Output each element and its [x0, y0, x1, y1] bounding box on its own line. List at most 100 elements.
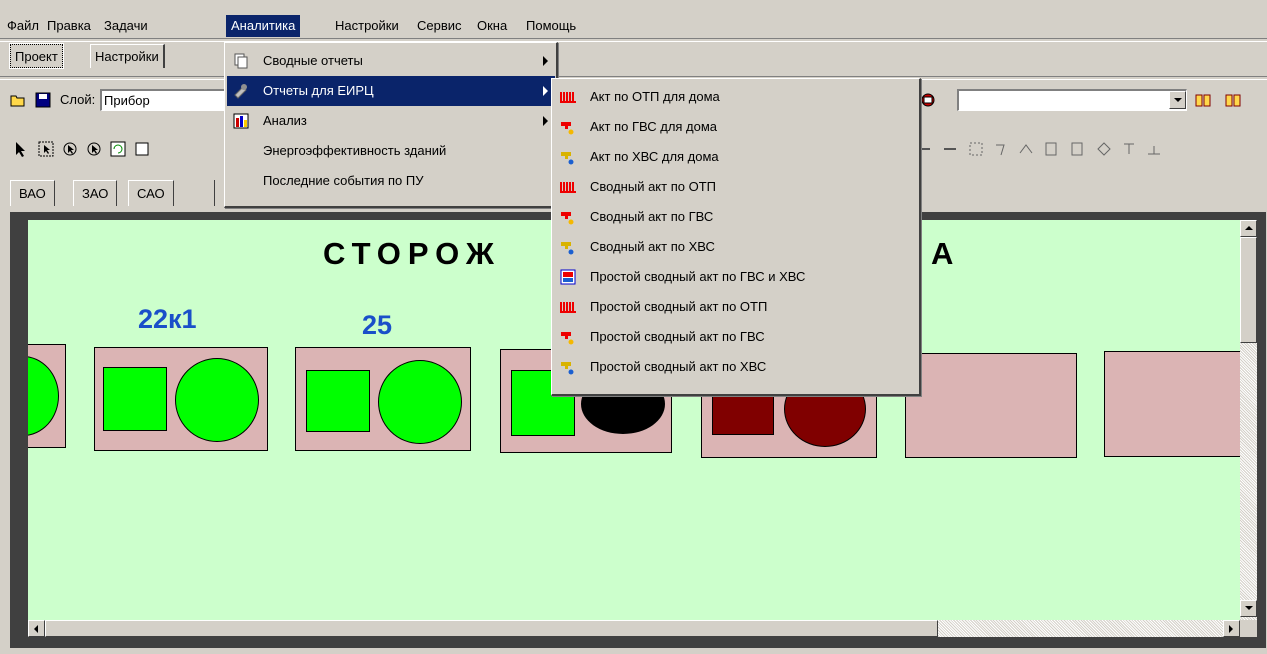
building-card[interactable]	[905, 353, 1077, 458]
building-number: 25	[362, 310, 393, 340]
cold-water-tap-icon	[561, 362, 574, 375]
tab-sao[interactable]: САО	[128, 180, 174, 206]
eirc-submenu: Акт по ОТП для дома Акт по ГВС для дома …	[551, 78, 921, 396]
book-icon[interactable]	[1195, 92, 1211, 108]
tools-icon	[234, 84, 247, 99]
menu-item-summary-reports[interactable]: Сводные отчеты	[227, 46, 555, 76]
cold-water-tap-icon	[561, 152, 574, 165]
arrow-left-icon	[34, 625, 38, 633]
menu-bar: Файл Правка Задачи Аналитика Настройки С…	[0, 0, 1267, 38]
meter-circle[interactable]	[28, 356, 59, 436]
analytics-menu: Сводные отчеты Отчеты для ЕИРЦ Анализ Эн…	[224, 42, 558, 208]
scroll-left-button[interactable]	[28, 620, 45, 637]
building-card[interactable]	[1104, 351, 1240, 457]
menu-item-otp-house[interactable]: Акт по ОТП для дома	[554, 82, 918, 112]
menu-item-summary-otp[interactable]: Сводный акт по ОТП	[554, 172, 918, 202]
menu-windows[interactable]: Окна	[472, 15, 512, 37]
menu-item-label: Акт по ХВС для дома	[590, 149, 719, 164]
building-number: 22к1	[138, 304, 197, 334]
menu-item-label: Простой сводный акт по ГВС	[590, 329, 765, 344]
arrow-right-icon	[1229, 625, 1233, 633]
menu-item-eirc-reports[interactable]: Отчеты для ЕИРЦ	[227, 76, 555, 106]
pointer-icon[interactable]	[13, 141, 29, 157]
chevron-right-icon	[543, 116, 548, 126]
meter-circle[interactable]	[378, 360, 462, 444]
tab-project[interactable]: Проект	[9, 43, 64, 69]
rotate-select-icon[interactable]	[62, 141, 78, 157]
menu-item-analysis[interactable]: Анализ	[227, 106, 555, 136]
menu-file[interactable]: Файл	[2, 15, 44, 37]
tab-settings[interactable]: Настройки	[90, 44, 165, 68]
drawing-tools-icons[interactable]	[922, 141, 1267, 157]
select-region-icon[interactable]	[38, 141, 54, 157]
tab-divider	[214, 180, 215, 206]
layer-select-value: Прибор	[104, 93, 150, 108]
menu-item-last-events[interactable]: Последние события по ПУ	[227, 166, 555, 196]
menu-item-label: Отчеты для ЕИРЦ	[263, 83, 374, 98]
menu-analytics[interactable]: Аналитика	[226, 15, 301, 37]
radiator-icon	[560, 182, 576, 193]
meter-square[interactable]	[103, 367, 167, 431]
building-card[interactable]	[28, 344, 66, 448]
menu-item-summary-hvs[interactable]: Сводный акт по ХВС	[554, 232, 918, 262]
search-combo[interactable]	[957, 89, 1187, 111]
scroll-up-button[interactable]	[1240, 220, 1257, 237]
menu-settings[interactable]: Настройки	[330, 15, 404, 37]
radiator-icon	[560, 92, 576, 103]
menu-item-simple-gvs-hvs[interactable]: Простой сводный акт по ГВС и ХВС	[554, 262, 918, 292]
chevron-right-icon	[543, 56, 548, 66]
menu-edit[interactable]: Правка	[42, 15, 96, 37]
pages-icon	[234, 53, 248, 69]
menu-item-label: Анализ	[263, 113, 307, 128]
menu-item-label: Сводный акт по ГВС	[590, 209, 714, 224]
arrow-down-icon	[1245, 606, 1253, 610]
hot-water-tap-icon	[561, 332, 574, 345]
schema-title-tail: А	[931, 236, 954, 271]
tab-zao[interactable]: ЗАО	[73, 180, 118, 206]
cold-water-tap-icon	[561, 242, 574, 255]
meter-circle[interactable]	[175, 358, 259, 442]
meter-square[interactable]	[306, 370, 370, 432]
menu-help[interactable]: Помощь	[521, 15, 581, 37]
menu-item-gvs-house[interactable]: Акт по ГВС для дома	[554, 112, 918, 142]
menu-item-energy-efficiency[interactable]: Энергоэффективность зданий	[227, 136, 555, 166]
refresh-icon[interactable]	[110, 141, 126, 157]
menu-item-label: Сводные отчеты	[263, 53, 363, 68]
menu-item-label: Акт по ОТП для дома	[590, 89, 720, 104]
save-icon[interactable]	[35, 92, 51, 108]
menu-item-label: Сводный акт по ОТП	[590, 179, 716, 194]
arrow-up-icon	[1245, 226, 1253, 230]
scroll-right-button[interactable]	[1223, 620, 1240, 637]
tab-vao[interactable]: ВАО	[10, 180, 55, 206]
menu-item-label: Акт по ГВС для дома	[590, 119, 718, 134]
menu-tasks[interactable]: Задачи	[99, 15, 153, 37]
hot-water-tap-icon	[561, 122, 574, 135]
vertical-scroll-thumb[interactable]	[1240, 237, 1257, 343]
menubar-separator	[0, 38, 1267, 42]
rectangle-icon[interactable]	[134, 141, 150, 157]
menu-item-summary-gvs[interactable]: Сводный акт по ГВС	[554, 202, 918, 232]
menu-item-label: Простой сводный акт по ХВС	[590, 359, 767, 374]
horizontal-scroll-thumb[interactable]	[45, 620, 938, 637]
open-folder-icon[interactable]	[10, 92, 26, 108]
chevron-right-icon	[543, 86, 548, 96]
menu-item-label: Энергоэффективность зданий	[263, 143, 447, 158]
menu-item-simple-gvs[interactable]: Простой сводный акт по ГВС	[554, 322, 918, 352]
schema-title: СТОРОЖ	[323, 236, 501, 271]
menu-item-hvs-house[interactable]: Акт по ХВС для дома	[554, 142, 918, 172]
scroll-down-button[interactable]	[1240, 600, 1257, 617]
menu-item-simple-hvs[interactable]: Простой сводный акт по ХВС	[554, 352, 918, 382]
chevron-down-icon[interactable]	[1169, 91, 1186, 109]
menu-service[interactable]: Сервис	[412, 15, 467, 37]
scroll-corner	[1240, 620, 1257, 637]
layer-select[interactable]: Прибор	[100, 89, 230, 111]
building-card[interactable]	[94, 347, 268, 451]
menu-item-simple-otp[interactable]: Простой сводный акт по ОТП	[554, 292, 918, 322]
book-search-icon[interactable]	[1225, 92, 1241, 108]
layer-label: Слой:	[60, 92, 96, 107]
menu-item-label: Простой сводный акт по ГВС и ХВС	[590, 269, 806, 284]
rotate-point-icon[interactable]	[86, 141, 102, 157]
printer-icon[interactable]	[920, 92, 936, 108]
building-card[interactable]	[295, 347, 471, 451]
radiator-icon	[560, 302, 576, 313]
